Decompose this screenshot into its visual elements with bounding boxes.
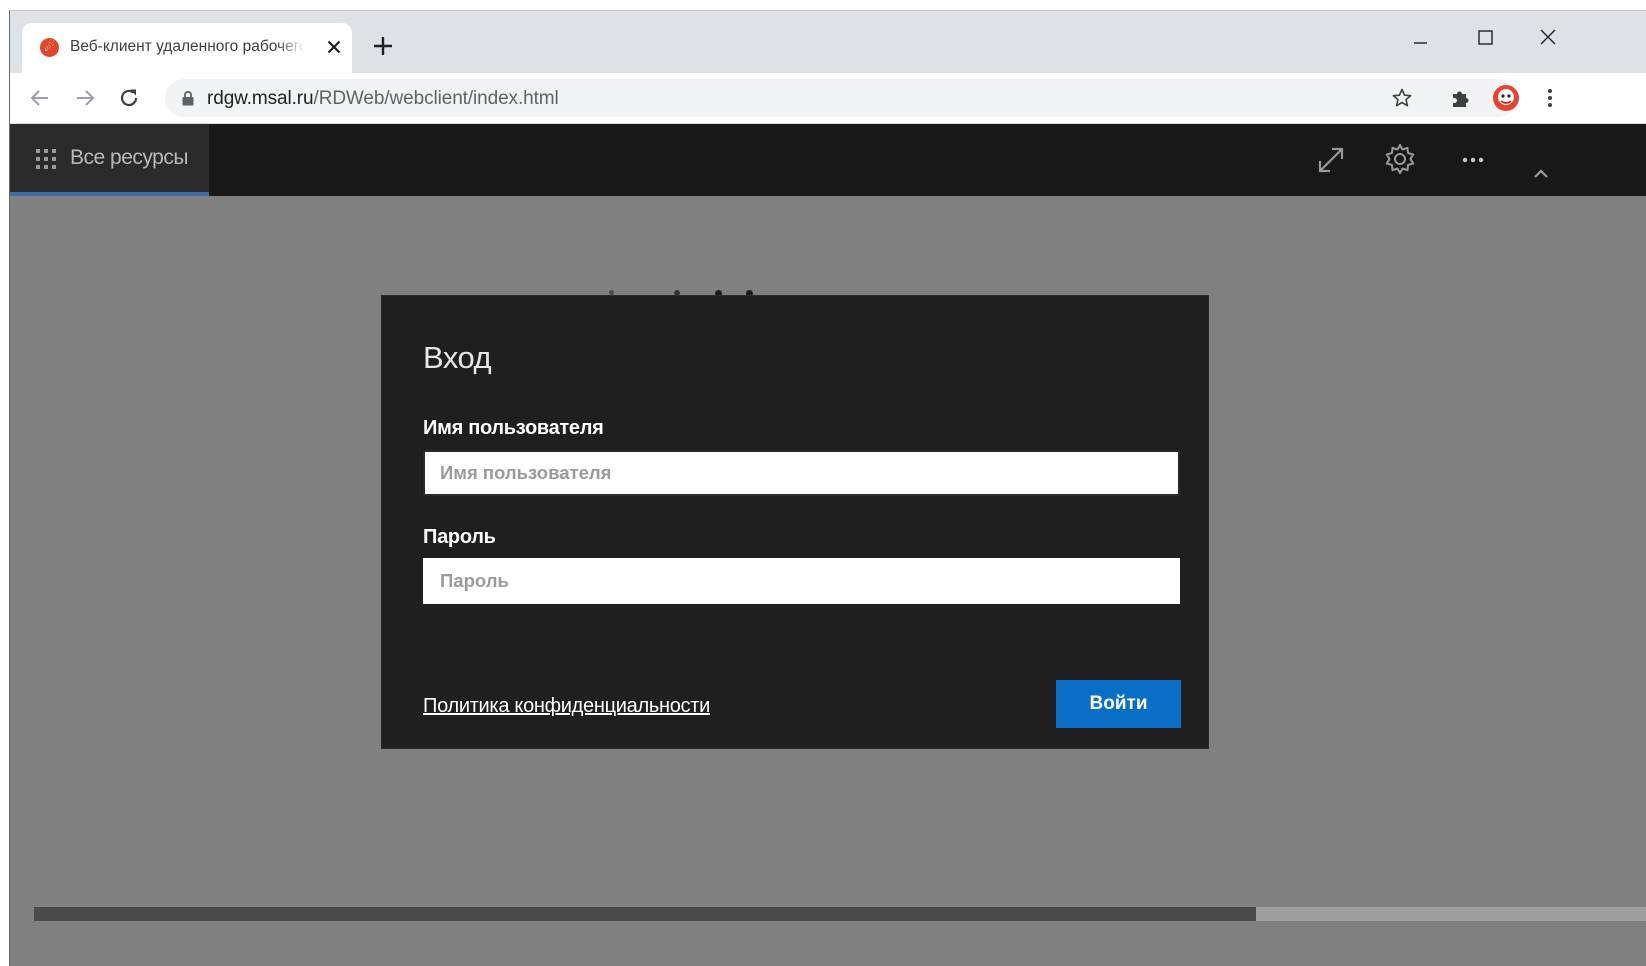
username-label: Имя пользователя (423, 417, 604, 439)
close-window-icon[interactable] (1528, 21, 1568, 53)
maximize-icon[interactable] (1465, 21, 1505, 53)
login-title: Вход (423, 340, 492, 375)
browser-toolbar: rdgw.msal.ru/RDWeb/webclient/index.html (10, 73, 1646, 124)
login-dialog: Вход Имя пользователя Пароль Политика ко… (382, 296, 1208, 748)
app-header: Все ресурсы (10, 124, 1646, 196)
fullscreen-icon[interactable] (1314, 143, 1348, 177)
new-tab-icon[interactable] (370, 33, 396, 59)
browser-tab[interactable]: ☄ Веб-клиент удаленного рабочего стола (22, 23, 352, 73)
settings-gear-icon[interactable] (1383, 142, 1417, 176)
all-resources-label: Все ресурсы (70, 146, 188, 169)
app-grid-icon (36, 149, 56, 169)
app-content: Вход Имя пользователя Пароль Политика ко… (10, 196, 1646, 966)
forward-icon[interactable] (72, 85, 98, 111)
reload-icon[interactable] (116, 85, 142, 111)
address-bar[interactable]: rdgw.msal.ru/RDWeb/webclient/index.html (165, 79, 1517, 117)
password-label: Пароль (423, 526, 496, 548)
horizontal-scrollbar[interactable] (34, 907, 1646, 921)
url-path: /RDWeb/webclient/index.html (313, 88, 559, 109)
extension-avatar-icon[interactable] (1491, 83, 1521, 113)
scrollbar-thumb[interactable] (34, 907, 1256, 921)
privacy-policy-link[interactable]: Политика конфиденциальности (423, 695, 710, 718)
rdp-favicon-icon: ☄ (40, 38, 59, 57)
loading-dot (609, 290, 614, 295)
bookmark-star-icon[interactable] (1391, 87, 1413, 109)
collapse-chevron-up-icon[interactable] (1529, 162, 1553, 186)
url-text: rdgw.msal.ru/RDWeb/webclient/index.html (207, 88, 559, 110)
tab-title: Веб-клиент удаленного рабочего стола (70, 38, 305, 55)
username-input[interactable] (423, 450, 1180, 496)
password-input[interactable] (423, 558, 1180, 604)
all-resources-tab[interactable]: Все ресурсы (10, 124, 209, 196)
extensions-puzzle-icon[interactable] (1448, 85, 1474, 111)
tab-strip: ☄ Веб-клиент удаленного рабочего стола (10, 11, 1646, 73)
browser-menu-icon[interactable] (1537, 85, 1563, 111)
lock-icon (182, 90, 194, 106)
more-options-icon[interactable] (1456, 143, 1490, 177)
browser-window: ☄ Веб-клиент удаленного рабочего стола (9, 10, 1646, 966)
sign-in-button[interactable]: Войти (1056, 680, 1181, 728)
close-tab-icon[interactable] (322, 35, 346, 59)
minimize-icon[interactable] (1400, 21, 1440, 53)
back-icon[interactable] (27, 85, 53, 111)
url-host: rdgw.msal.ru (207, 88, 314, 109)
